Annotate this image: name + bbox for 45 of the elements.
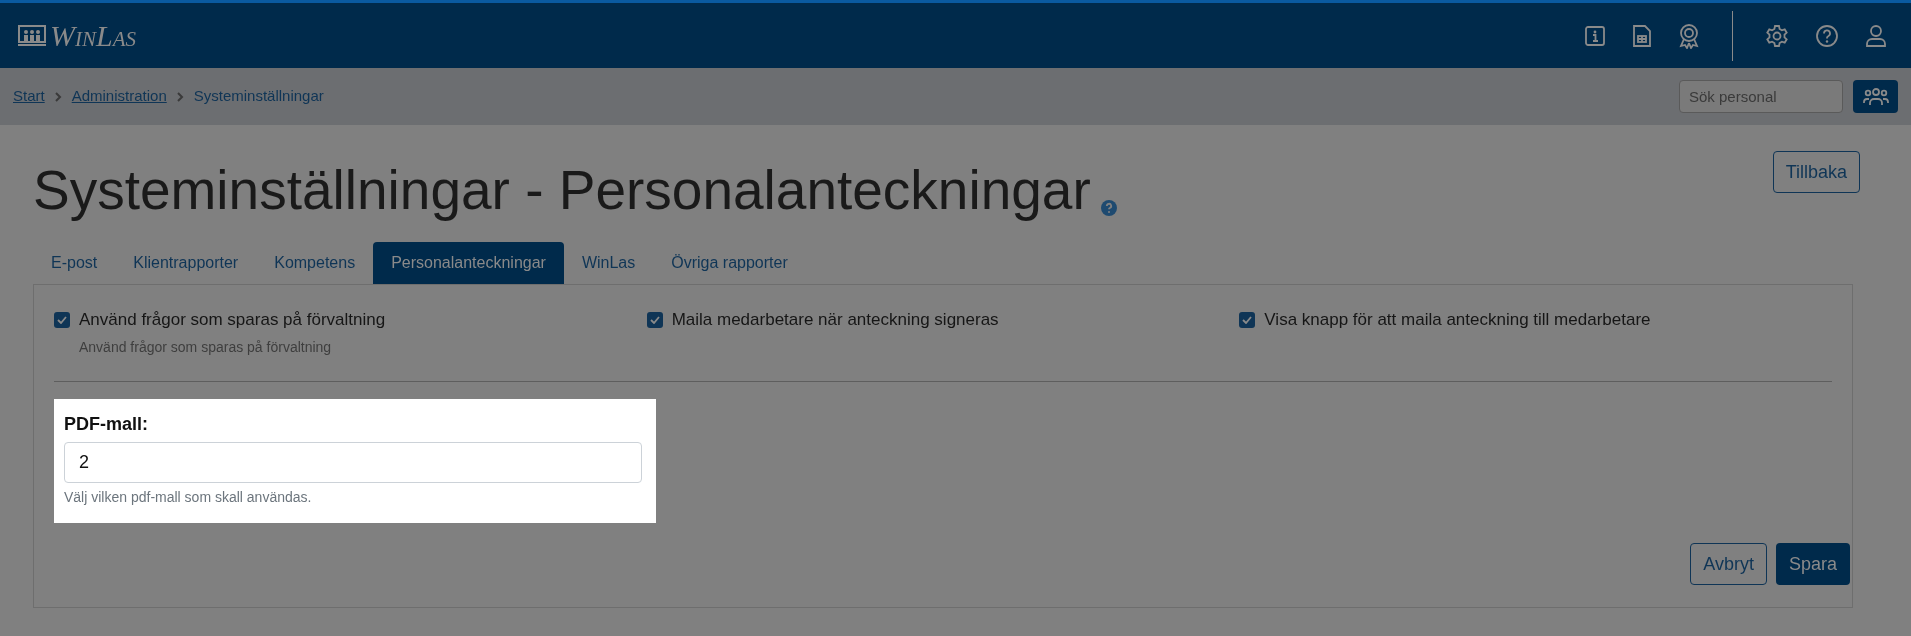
help-icon — [1100, 200, 1117, 216]
save-button[interactable]: Spara — [1775, 543, 1850, 585]
checkbox[interactable] — [54, 311, 70, 328]
pdf-template-field[interactable]: 2 — [64, 442, 642, 483]
field-label: PDF-mall: — [64, 413, 149, 436]
user-icon — [1865, 23, 1887, 48]
tab[interactable]: E-post — [33, 242, 116, 284]
breadcrumb-current: Systeminställningar — [193, 86, 324, 107]
info-button[interactable] — [1584, 24, 1606, 47]
tab[interactable]: WinLas — [563, 242, 654, 284]
option-hint: Använd frågor som sparas på förvaltning — [79, 337, 333, 357]
help-icon — [1815, 23, 1839, 48]
chevron-icon — [54, 91, 62, 102]
spreadsheet-icon — [1632, 23, 1652, 48]
checkbox-label: Maila medarbetare när anteckning signeras — [671, 309, 999, 331]
people-button[interactable] — [1853, 80, 1898, 113]
settings-button[interactable] — [1765, 23, 1789, 48]
checkbox-label: Använd frågor som sparas på förvaltning — [79, 309, 386, 331]
checkmark-icon — [57, 315, 67, 324]
settings-icon — [1765, 23, 1789, 48]
checkmark-icon — [1242, 315, 1253, 324]
chevron-icon — [176, 91, 184, 102]
checkbox[interactable] — [646, 311, 663, 328]
checkbox-label: Visa knapp för att maila anteckning till medarbetare — [1264, 309, 1651, 331]
award-button[interactable] — [1678, 22, 1700, 49]
tab[interactable]: Personalanteckningar — [373, 242, 564, 284]
help-button[interactable] — [1815, 23, 1839, 48]
info-icon — [1584, 24, 1606, 47]
field-help-text: Välj vilken pdf-mall som skall användas. — [64, 488, 313, 507]
tab[interactable]: Klientrapporter — [115, 242, 257, 284]
back-button[interactable]: Tillbaka — [1772, 151, 1860, 193]
people-icon — [1862, 87, 1889, 106]
tab[interactable]: Kompetens — [256, 242, 374, 284]
search-field[interactable]: Sök personal — [1679, 80, 1843, 113]
checkbox[interactable] — [1239, 311, 1256, 328]
checkmark-icon — [649, 315, 660, 324]
logo-icon — [18, 24, 46, 47]
breadcrumb-link[interactable]: Administration — [71, 85, 167, 108]
breadcrumb-link[interactable]: Start — [13, 85, 45, 108]
user-button[interactable] — [1865, 23, 1887, 48]
cancel-button[interactable]: Avbryt — [1690, 543, 1767, 585]
tab[interactable]: Övriga rapporter — [653, 242, 806, 284]
logo-text: WinLas — [50, 20, 136, 51]
award-icon — [1678, 22, 1700, 49]
spreadsheet-button[interactable] — [1632, 23, 1652, 48]
